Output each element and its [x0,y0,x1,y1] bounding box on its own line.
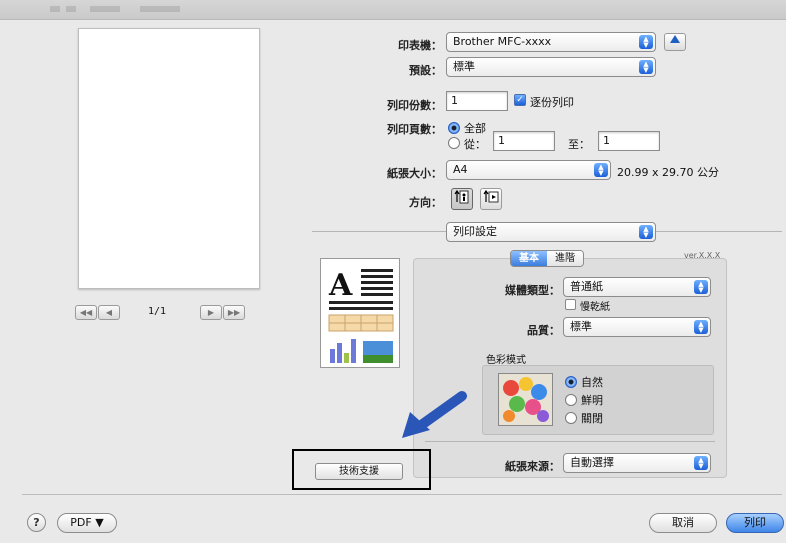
settings-tabs: 基本 進階 [510,250,584,267]
color-natural-label: 自然 [581,376,603,389]
panel-divider [425,441,715,442]
pages-all-radio[interactable] [448,122,460,134]
popup-arrows-icon: ▲ ▼ [639,60,653,74]
collate-label: 逐份列印 [530,96,574,109]
tab-basic[interactable]: 基本 [511,251,547,266]
pages-from-input[interactable]: 1 [493,131,555,151]
paper-size-popup[interactable]: A4 ▲ ▼ [446,160,611,180]
popup-arrows-icon: ▲ ▼ [639,35,653,49]
printer-popup[interactable]: Brother MFC-xxxx ▲ ▼ [446,32,656,52]
title-bar [0,0,786,20]
slow-dry-label: 慢乾紙 [580,302,610,313]
paper-size-value: A4 [453,163,468,176]
presets-value: 標準 [453,60,475,73]
pages-label: 列印頁數： [387,123,442,136]
help-button[interactable]: ? [27,513,46,532]
cancel-button[interactable]: 取消 [649,513,717,533]
pdf-button[interactable]: PDF ▼ [57,513,117,533]
svg-text:A: A [328,268,353,303]
color-off-radio[interactable] [565,412,577,424]
color-mode-label: 色彩模式 [486,355,526,366]
portrait-glyph [454,189,469,204]
paper-dimensions: 20.99 x 29.70 公分 [617,166,719,179]
section-popup[interactable]: 列印設定 ▲ ▼ [446,222,656,242]
tab-advanced[interactable]: 進階 [547,251,583,266]
footer-separator [22,494,782,495]
color-off-label: 關閉 [581,412,603,425]
nav-first-icon[interactable]: ◀◀ [75,305,97,320]
separator-left [312,231,446,232]
color-natural-radio[interactable] [565,376,577,388]
support-button[interactable]: 技術支援 [315,463,403,480]
copies-label: 列印份數： [387,99,442,112]
version-label: ver.X.X.X [684,251,721,260]
presets-popup[interactable]: 標準 ▲ ▼ [446,57,656,77]
media-type-label: 媒體類型： [505,284,560,297]
section-popup-value: 列印設定 [453,225,497,238]
quality-popup[interactable]: 標準 ▲ ▼ [563,317,711,337]
nav-last-icon[interactable]: ▶▶ [223,305,245,320]
printer-label: 印表機： [398,39,442,52]
paper-source-label: 紙張來源： [505,460,560,473]
media-type-value: 普通紙 [570,280,603,293]
slow-dry-checkbox[interactable] [565,299,576,310]
copies-input[interactable]: 1 [446,91,508,111]
landscape-icon[interactable] [480,188,502,210]
popup-arrows-icon: ▲ ▼ [594,163,608,177]
paper-source-value: 自動選擇 [570,456,614,469]
popup-arrows-icon: ▲ ▼ [639,225,653,239]
collate-checkbox[interactable]: ✓ [514,94,526,106]
quality-value: 標準 [570,320,592,333]
print-preview [78,28,260,289]
orientation-label: 方向： [409,196,442,209]
pages-to-input[interactable]: 1 [598,131,660,151]
balloons-image [499,374,552,425]
print-button[interactable]: 列印 [726,513,784,533]
presets-label: 預設： [409,64,442,77]
popup-arrows-icon: ▲ ▼ [694,280,708,294]
pages-from-label: 從： [464,138,486,151]
portrait-icon[interactable] [451,188,473,210]
printer-value: Brother MFC-xxxx [453,35,552,48]
page-indicator: 1/1 [148,306,167,317]
pages-all-label: 全部 [464,122,486,135]
quality-label: 品質： [527,324,560,337]
media-type-popup[interactable]: 普通紙 ▲ ▼ [563,277,711,297]
thumbnail-graphic: A [328,268,394,363]
color-vivid-label: 鮮明 [581,394,603,407]
pages-from-radio[interactable] [448,137,460,149]
disclosure-up-icon [670,35,680,43]
pages-to-label: 至： [568,138,590,151]
separator-right [656,231,782,232]
layout-thumbnail: A [320,258,400,368]
paper-source-popup[interactable]: 自動選擇 ▲ ▼ [563,453,711,473]
popup-arrows-icon: ▲ ▼ [694,456,708,470]
color-vivid-radio[interactable] [565,394,577,406]
landscape-glyph [483,189,499,203]
color-sample-image [498,373,553,426]
pointer-arrow-icon [402,391,467,438]
nav-prev-icon[interactable]: ◀ [98,305,120,320]
nav-next-icon[interactable]: ▶ [200,305,222,320]
paper-size-label: 紙張大小： [387,167,442,180]
faint-toolbar-icons [50,6,180,12]
popup-arrows-icon: ▲ ▼ [694,320,708,334]
arrow-up-icon[interactable] [664,33,686,51]
